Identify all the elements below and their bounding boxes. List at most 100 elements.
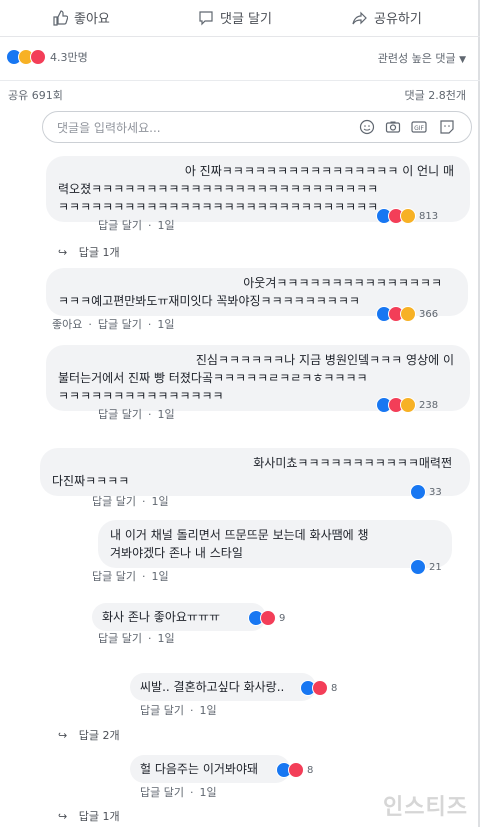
comment-meta: 답글 달기 · 1일 [98, 217, 181, 233]
comment-meta: 좋아요 · 답글 달기 · 1일 [52, 316, 180, 332]
sort-label: 관련성 높은 댓글 [377, 52, 456, 65]
comment-reaction-badge[interactable]: 21 [410, 559, 442, 575]
separator: · [147, 219, 152, 232]
timestamp[interactable]: 1일 [157, 632, 174, 645]
comment-reaction-badge[interactable]: 238 [376, 397, 438, 413]
comment-bubble: 화사미쵸ㅋㅋㅋㅋㅋㅋㅋㅋㅋㅋㅋ매력쩐 다진짜ㅋㅋㅋㅋ [40, 448, 470, 496]
replies-count: 답글 2개 [78, 729, 120, 742]
comment-reaction-badge[interactable]: 813 [376, 208, 438, 224]
comment-count[interactable]: 댓글 2.8천개 [405, 87, 466, 103]
comment-bubble: 헐 다음주는 이거봐야돼 [130, 755, 290, 783]
comment-bubble: 씨발.. 결혼하고싶다 화사랑.. [130, 673, 316, 701]
reply-link[interactable]: 답글 달기 [98, 408, 142, 421]
timestamp[interactable]: 1일 [157, 408, 174, 421]
replies-count: 답글 1개 [78, 810, 120, 823]
reaction-summary-row: 4.3만명 관련성 높은 댓글 ▼ [0, 42, 480, 72]
post-action-bar: 좋아요 댓글 달기 공유하기 [0, 0, 480, 37]
comment-reaction-badge[interactable]: 33 [410, 484, 442, 500]
reaction-count: 21 [429, 561, 442, 573]
comment-input[interactable]: 댓글을 입력하세요... GIF [42, 111, 472, 143]
timestamp[interactable]: 1일 [151, 495, 168, 508]
share-comment-count-row: 공유 691회 댓글 2.8천개 [0, 80, 480, 107]
share-label: 공유하기 [374, 12, 422, 27]
like-link[interactable]: 좋아요 [52, 318, 82, 331]
comment-text-line: 아 진짜ㅋㅋㅋㅋㅋㅋㅋㅋㅋㅋㅋㅋㅋㅋㅋㅋ 이 언니 매 [184, 164, 454, 178]
comment-text-line: 내 이거 채널 돌리면서 뜨문뜨문 보는데 화사땜에 챙 [110, 528, 369, 542]
haha-reaction-icon [400, 306, 416, 322]
comment-input-placeholder: 댓글을 입력하세요... [57, 121, 161, 135]
timestamp[interactable]: 1일 [199, 704, 216, 717]
comment-text-line: 겨봐야겠다 존나 내 스타일 [110, 546, 243, 560]
reply-arrow-icon: ↪ [58, 729, 68, 742]
emoji-icon[interactable] [359, 119, 375, 135]
reply-link[interactable]: 답글 달기 [98, 318, 142, 331]
reply-link[interactable]: 답글 달기 [92, 495, 136, 508]
timestamp[interactable]: 1일 [157, 318, 174, 331]
love-reaction-icon [260, 610, 276, 626]
timestamp[interactable]: 1일 [157, 219, 174, 232]
comment-action[interactable]: 댓글 달기 [198, 8, 272, 27]
separator: · [189, 704, 194, 717]
timestamp[interactable]: 1일 [151, 570, 168, 583]
separator: · [88, 318, 92, 331]
view-replies-link[interactable]: ↪ 답글 1개 [58, 808, 120, 824]
thumbs-up-icon [53, 9, 68, 26]
comment-reaction-badge[interactable]: 366 [376, 306, 438, 322]
camera-icon[interactable] [385, 119, 401, 135]
separator: · [147, 318, 152, 331]
like-action[interactable]: 좋아요 [52, 8, 110, 27]
reaction-count: 4.3만명 [50, 51, 88, 64]
comment-text-line: 화사미쵸ㅋㅋㅋㅋㅋㅋㅋㅋㅋㅋㅋ매력쩐 [253, 456, 452, 470]
reply-link[interactable]: 답글 달기 [98, 219, 142, 232]
reaction-count: 8 [331, 682, 338, 694]
reaction-count: 813 [419, 210, 439, 222]
separator: · [147, 408, 152, 421]
reaction-count: 238 [419, 399, 439, 411]
comment-meta: 답글 달기 · 1일 [140, 702, 223, 718]
reply-link[interactable]: 답글 달기 [140, 786, 184, 799]
comment-bubble: 내 이거 채널 돌리면서 뜨문뜨문 보는데 화사땜에 챙 겨봐야겠다 존나 내 … [98, 520, 452, 568]
comment-meta: 답글 달기 · 1일 [92, 493, 175, 509]
reaction-count: 366 [419, 308, 439, 320]
comment-text-line: 헐 다음주는 이거봐야돼 [140, 762, 259, 776]
comment-meta: 답글 달기 · 1일 [98, 630, 181, 646]
share-arrow-icon [352, 11, 367, 24]
comment-text-line: 씨발.. 결혼하고싶다 화사랑.. [140, 680, 285, 694]
comment-meta: 답글 달기 · 1일 [140, 784, 223, 800]
comment-text-line: 다진짜ㅋㅋㅋㅋ [52, 474, 130, 488]
comment-text-line: 진심ㅋㅋㅋㅋㅋㅋ나 지금 병원인뎈ㅋㅋㅋ 영상에 이 [195, 353, 454, 367]
like-reaction-icon [410, 484, 426, 500]
reply-link[interactable]: 답글 달기 [98, 632, 142, 645]
comment-text-line: 력오졌ㅋㅋㅋㅋㅋㅋㅋㅋㅋㅋㅋㅋㅋㅋㅋㅋㅋㅋㅋㅋㅋㅋㅋㅋㅋㅋ [58, 182, 379, 196]
chevron-down-icon: ▼ [459, 55, 466, 65]
share-action[interactable]: 공유하기 [352, 8, 422, 27]
share-count[interactable]: 공유 691회 [8, 87, 63, 103]
separator: · [141, 570, 146, 583]
view-replies-link[interactable]: ↪ 답글 2개 [58, 727, 120, 743]
gif-icon[interactable]: GIF [411, 119, 427, 135]
comment-reaction-badge[interactable]: 9 [248, 610, 285, 626]
comment-label: 댓글 달기 [220, 12, 272, 27]
separator: · [189, 786, 194, 799]
love-reaction-icon [30, 49, 46, 65]
svg-text:GIF: GIF [414, 125, 424, 132]
comment-meta: 답글 달기 · 1일 [92, 568, 175, 584]
separator: · [141, 495, 146, 508]
timestamp[interactable]: 1일 [199, 786, 216, 799]
reply-link[interactable]: 답글 달기 [92, 570, 136, 583]
reply-link[interactable]: 답글 달기 [140, 704, 184, 717]
sort-dropdown[interactable]: 관련성 높은 댓글 ▼ [378, 50, 466, 66]
separator: · [147, 632, 152, 645]
reaction-summary[interactable]: 4.3만명 [6, 49, 88, 65]
love-reaction-icon [312, 680, 328, 696]
view-replies-link[interactable]: ↪ 답글 1개 [58, 244, 120, 260]
comment-reaction-badge[interactable]: 8 [276, 762, 313, 778]
comment-icon [199, 10, 213, 25]
haha-reaction-icon [400, 208, 416, 224]
sticker-icon[interactable] [439, 119, 455, 135]
comment-reaction-badge[interactable]: 8 [300, 680, 337, 696]
comment-text-line: 화사 존나 좋아요ㅠㅠㅠ [102, 610, 221, 624]
comment-text-line: 불터는거에서 진짜 빵 터졌다곸ㅋㅋㅋㅋㅋㄹㅋㄹㅋㅎㅋㅋㅋㅋ [58, 371, 368, 385]
comment-bubble: 화사 존나 좋아요ㅠㅠㅠ [92, 603, 266, 631]
watermark: 인스티즈 [383, 795, 468, 820]
